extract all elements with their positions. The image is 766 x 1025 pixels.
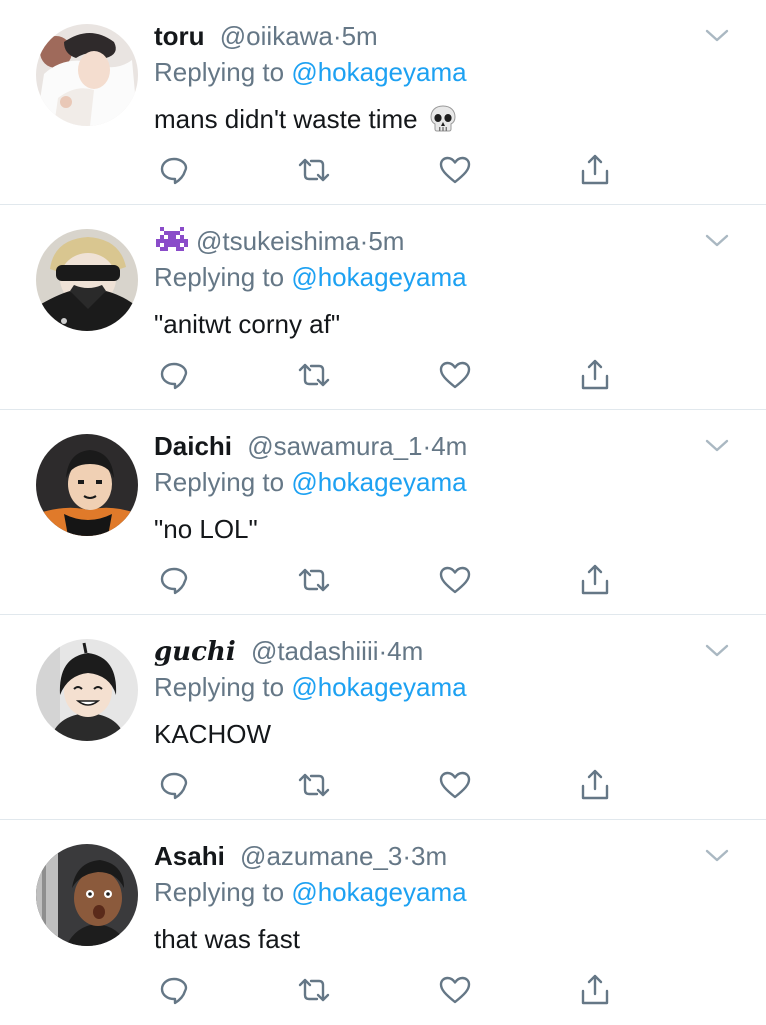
reply-icon[interactable] <box>156 972 192 1008</box>
user-handle[interactable]: @tsukeishima <box>196 226 360 256</box>
timestamp[interactable]: 3m <box>411 841 447 871</box>
mention-link[interactable]: @hokageyama <box>291 877 466 907</box>
retweet-icon[interactable] <box>296 972 332 1008</box>
avatar[interactable] <box>36 844 138 946</box>
avatar[interactable] <box>36 639 138 741</box>
tweet[interactable]: guchi @tadashiiii·4m Replying to @hokage… <box>0 615 766 820</box>
tweet-header: @tsukeishima·5m <box>154 225 404 260</box>
tweet-text: "anitwt corny af" <box>154 309 341 339</box>
share-icon[interactable] <box>577 972 613 1008</box>
tweet-actions <box>0 767 766 807</box>
share-icon[interactable] <box>577 357 613 393</box>
tweet-text-content: mans didn't waste time <box>154 104 418 134</box>
replying-to: Replying to @hokageyama <box>154 56 467 88</box>
tweet-actions <box>0 357 766 397</box>
chevron-down-icon[interactable] <box>704 438 730 459</box>
mention-link[interactable]: @hokageyama <box>291 262 466 292</box>
retweet-icon[interactable] <box>296 767 332 803</box>
chevron-down-icon[interactable] <box>704 848 730 869</box>
timestamp[interactable]: 5m <box>342 21 378 51</box>
heart-icon[interactable] <box>437 767 473 803</box>
chevron-down-icon[interactable] <box>704 233 730 254</box>
display-name[interactable]: Daichi <box>154 431 232 461</box>
separator-dot: · <box>378 636 388 666</box>
replying-to-label: Replying to <box>154 467 285 497</box>
tweet-actions <box>0 972 766 1012</box>
tweet-header: Asahi @azumane_3·3m <box>154 840 447 872</box>
replying-to: Replying to @hokageyama <box>154 261 467 293</box>
avatar[interactable] <box>36 229 138 331</box>
separator-dot: · <box>402 841 411 871</box>
share-icon[interactable] <box>577 767 613 803</box>
reply-icon[interactable] <box>156 562 192 598</box>
skull-emoji-icon <box>428 104 458 142</box>
tweet-header: Daichi @sawamura_1·4m <box>154 430 467 462</box>
replying-to-label: Replying to <box>154 877 285 907</box>
replying-to-label: Replying to <box>154 57 285 87</box>
reply-icon[interactable] <box>156 767 192 803</box>
retweet-icon[interactable] <box>296 152 332 188</box>
tweet[interactable]: Asahi @azumane_3·3m Replying to @hokagey… <box>0 820 766 1025</box>
alien-monster-emoji-icon <box>154 225 190 260</box>
timestamp[interactable]: 4m <box>387 636 423 666</box>
tweet[interactable]: @tsukeishima·5m Replying to @hokageyama … <box>0 205 766 410</box>
user-handle[interactable]: @sawamura_1 <box>247 431 422 461</box>
heart-icon[interactable] <box>437 152 473 188</box>
timestamp[interactable]: 5m <box>368 226 404 256</box>
tweet[interactable]: toru @oiikawa·5m Replying to @hokageyama… <box>0 0 766 205</box>
mention-link[interactable]: @hokageyama <box>291 467 466 497</box>
separator-dot: · <box>422 431 432 461</box>
tweet-header: toru @oiikawa·5m <box>154 20 378 52</box>
reply-feed: toru @oiikawa·5m Replying to @hokageyama… <box>0 0 766 1025</box>
tweet[interactable]: Daichi @sawamura_1·4m Replying to @hokag… <box>0 410 766 615</box>
replying-to: Replying to @hokageyama <box>154 671 467 703</box>
tweet-text: that was fast <box>154 924 300 954</box>
display-name[interactable]: toru <box>154 21 205 51</box>
replying-to: Replying to @hokageyama <box>154 466 467 498</box>
reply-icon[interactable] <box>156 152 192 188</box>
chevron-down-icon[interactable] <box>704 643 730 664</box>
tweet-actions <box>0 562 766 602</box>
display-name[interactable]: Asahi <box>154 841 225 871</box>
reply-icon[interactable] <box>156 357 192 393</box>
separator-dot: · <box>332 21 342 51</box>
retweet-icon[interactable] <box>296 562 332 598</box>
tweet-header: guchi @tadashiiii·4m <box>154 635 423 668</box>
heart-icon[interactable] <box>437 357 473 393</box>
avatar[interactable] <box>36 24 138 126</box>
tweet-text: "no LOL" <box>154 514 258 544</box>
heart-icon[interactable] <box>437 972 473 1008</box>
user-handle[interactable]: @tadashiiii <box>251 636 379 666</box>
replying-to-label: Replying to <box>154 262 285 292</box>
replying-to-label: Replying to <box>154 672 285 702</box>
timestamp[interactable]: 4m <box>431 431 467 461</box>
user-handle[interactable]: @oiikawa <box>220 21 333 51</box>
mention-link[interactable]: @hokageyama <box>291 672 466 702</box>
heart-icon[interactable] <box>437 562 473 598</box>
replying-to: Replying to @hokageyama <box>154 876 467 908</box>
share-icon[interactable] <box>577 152 613 188</box>
avatar[interactable] <box>36 434 138 536</box>
chevron-down-icon[interactable] <box>704 28 730 49</box>
display-name[interactable]: guchi <box>154 637 236 667</box>
mention-link[interactable]: @hokageyama <box>291 57 466 87</box>
user-handle[interactable]: @azumane_3 <box>240 841 402 871</box>
retweet-icon[interactable] <box>296 357 332 393</box>
tweet-text: mans didn't waste time <box>154 102 458 142</box>
tweet-text: KACHOW <box>154 719 271 749</box>
share-icon[interactable] <box>577 562 613 598</box>
tweet-actions <box>0 152 766 192</box>
